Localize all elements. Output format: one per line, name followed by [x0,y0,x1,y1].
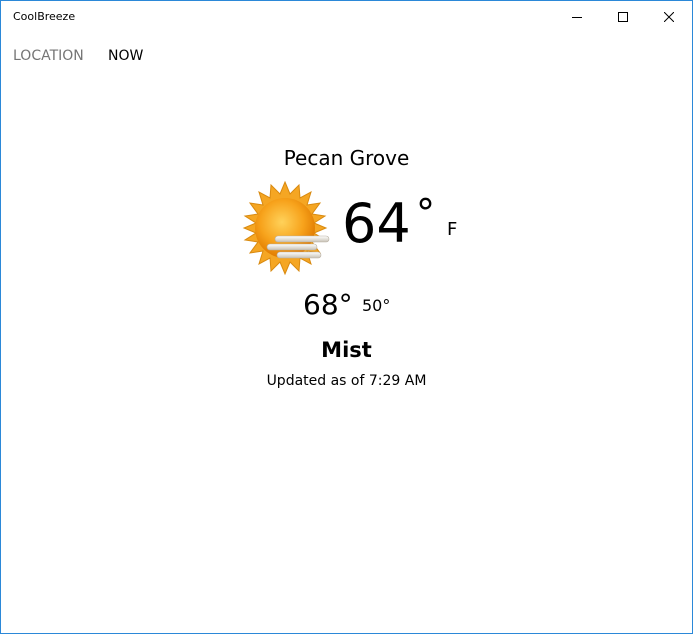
degree-symbol: ° [416,191,435,235]
weather-condition: Mist [321,338,372,362]
high-temperature: 68° [303,288,353,321]
city-name: Pecan Grove [283,146,410,170]
low-temperature: 50° [362,296,391,315]
weather-panel: Pecan Grove 64 ° F 68° 50° Mist Updated … [1,1,692,633]
temperature-unit: F [447,219,458,240]
app-window: CoolBreeze LOCATION NOW Pecan Grove 64 °… [0,0,693,634]
current-temperature: 64 [342,192,411,255]
updated-time: Updated as of 7:29 AM [266,373,427,389]
sun-with-fog-icon [242,180,330,276]
